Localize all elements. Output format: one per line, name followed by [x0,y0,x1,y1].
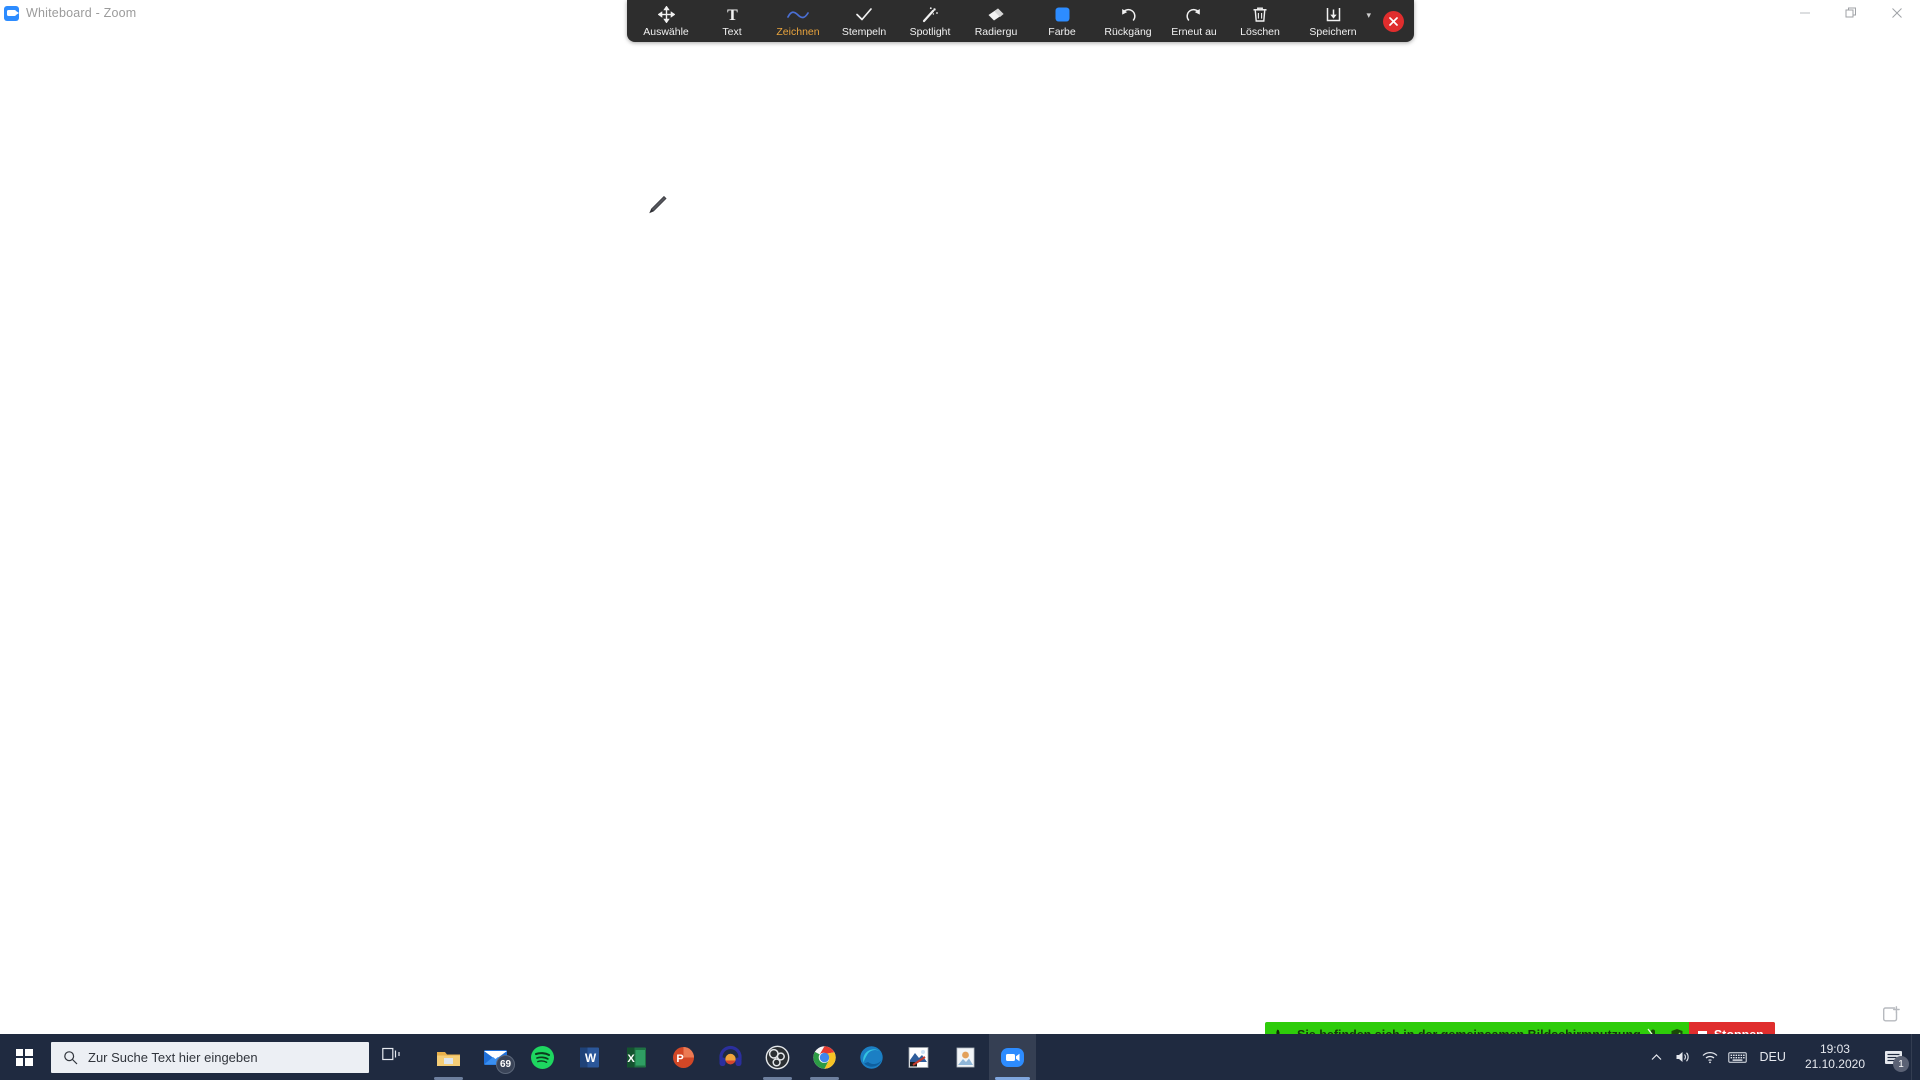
taskbar-item-spotify[interactable] [519,1034,566,1080]
annotation-toolbar: Auswähle T Text Zeichnen Stempeln Spotli… [627,0,1414,42]
search-input[interactable]: Zur Suche Text hier eingeben [51,1041,369,1073]
trash-can-icon [1252,5,1268,24]
tool-draw-label: Zeichnen [776,26,820,38]
svg-text:W: W [585,1051,597,1065]
show-desktop-button[interactable] [1911,1034,1920,1080]
system-tray: DEU 19:03 21.10.2020 1 [1643,1034,1920,1080]
new-note-icon[interactable] [1880,1004,1902,1026]
notification-count: 1 [1893,1056,1909,1072]
action-center-button[interactable]: 1 [1875,1034,1911,1080]
search-icon [63,1050,78,1065]
speaker-volume-icon[interactable] [1670,1034,1697,1080]
color-swatch-icon [1054,5,1071,24]
chrome-icon [811,1044,838,1071]
taskbar-item-photos[interactable] [942,1034,989,1080]
pencil-cursor [645,193,669,217]
taskbar-item-obs-studio[interactable] [754,1034,801,1080]
taskbar-item-file-explorer[interactable] [425,1034,472,1080]
tool-eraser[interactable]: Radiergu [963,0,1029,42]
powerpoint-icon: P [670,1044,697,1071]
tool-save-label: Speichern [1309,26,1357,38]
tool-text[interactable]: T Text [699,0,765,42]
image-editor-icon [905,1044,932,1071]
tool-clear-label: Löschen [1240,26,1280,38]
taskbar-item-mail[interactable]: 69 [472,1034,519,1080]
checkmark-stamp-icon [855,5,873,24]
photos-icon [952,1044,979,1071]
tool-stamp[interactable]: Stempeln [831,0,897,42]
keyboard-icon[interactable] [1724,1034,1751,1080]
desktop-screen: Whiteboard - Zoom Auswähle T Text Zeichn… [0,0,1920,1080]
taskbar-item-image-editor[interactable] [895,1034,942,1080]
close-annotation-toolbar[interactable] [1383,10,1404,32]
text-t-icon: T [724,5,741,24]
window-title: Whiteboard - Zoom [26,6,137,20]
tool-undo-label: Rückgäng [1104,26,1152,38]
start-button[interactable] [0,1034,48,1080]
folder-icon [435,1044,462,1071]
spotify-icon [529,1044,556,1071]
tool-draw[interactable]: Zeichnen [765,0,831,42]
windows-taskbar: Zur Suche Text hier eingeben 69 W X P DE… [0,1034,1920,1080]
tool-select[interactable]: Auswähle [633,0,699,42]
taskbar-item-google-chrome[interactable] [801,1034,848,1080]
obs-icon [764,1044,791,1071]
task-view-button[interactable] [369,1034,415,1080]
word-icon: W [576,1044,603,1071]
save-download-icon [1325,5,1342,24]
clock-date: 21.10.2020 [1804,1057,1865,1071]
tool-stamp-label: Stempeln [841,26,887,38]
tool-clear[interactable]: Löschen [1227,0,1293,42]
window-controls [1782,0,1920,26]
language-indicator[interactable]: DEU [1751,1034,1795,1080]
zoom-camera-icon [999,1044,1026,1071]
tool-color[interactable]: Farbe [1029,0,1095,42]
taskbar-item-microsoft-edge[interactable] [848,1034,895,1080]
magic-wand-icon [921,5,939,24]
taskbar-item-word[interactable]: W [566,1034,613,1080]
move-arrows-icon [657,5,675,24]
zoom-camera-icon [4,5,19,21]
tool-save[interactable]: ▾ Speichern [1293,0,1373,42]
search-placeholder: Zur Suche Text hier eingeben [88,1049,258,1065]
tool-text-label: Text [722,26,742,38]
tool-redo-label: Erneut au [1171,26,1217,38]
redo-arrow-icon [1185,5,1203,24]
taskbar-app-list: 69 W X P [425,1034,1036,1080]
excel-icon: X [623,1044,650,1071]
tool-eraser-label: Radiergu [974,26,1018,38]
tool-select-label: Auswähle [643,26,689,38]
undo-arrow-icon [1119,5,1137,24]
minimize-button[interactable] [1782,0,1828,26]
edge-icon [858,1044,885,1071]
task-view-icon [382,1046,402,1068]
clock-time: 19:03 [1819,1042,1850,1056]
svg-text:X: X [627,1053,635,1065]
svg-text:T: T [727,7,738,23]
tool-redo[interactable]: Erneut au [1161,0,1227,42]
close-button[interactable] [1874,0,1920,26]
wifi-icon[interactable] [1697,1034,1724,1080]
tool-spotlight-label: Spotlight [909,26,951,38]
eraser-icon [987,5,1006,24]
whiteboard-canvas[interactable] [0,26,1920,1054]
chevron-down-icon[interactable]: ▾ [1366,10,1371,21]
tool-undo[interactable]: Rückgäng [1095,0,1161,42]
headphones-icon [717,1044,744,1071]
svg-text:P: P [676,1053,683,1065]
restore-button[interactable] [1828,0,1874,26]
windows-logo-icon [15,1048,33,1066]
taskbar-item-excel[interactable]: X [613,1034,660,1080]
taskbar-item-headphones-app[interactable] [707,1034,754,1080]
clock[interactable]: 19:03 21.10.2020 [1795,1034,1875,1080]
mail-badge: 69 [496,1055,515,1074]
tool-spotlight[interactable]: Spotlight [897,0,963,42]
squiggle-line-icon [787,5,809,24]
tool-color-label: Farbe [1048,26,1076,38]
taskbar-item-zoom-meeting[interactable] [989,1034,1036,1080]
chevron-up-icon[interactable] [1643,1034,1670,1080]
taskbar-item-powerpoint[interactable]: P [660,1034,707,1080]
